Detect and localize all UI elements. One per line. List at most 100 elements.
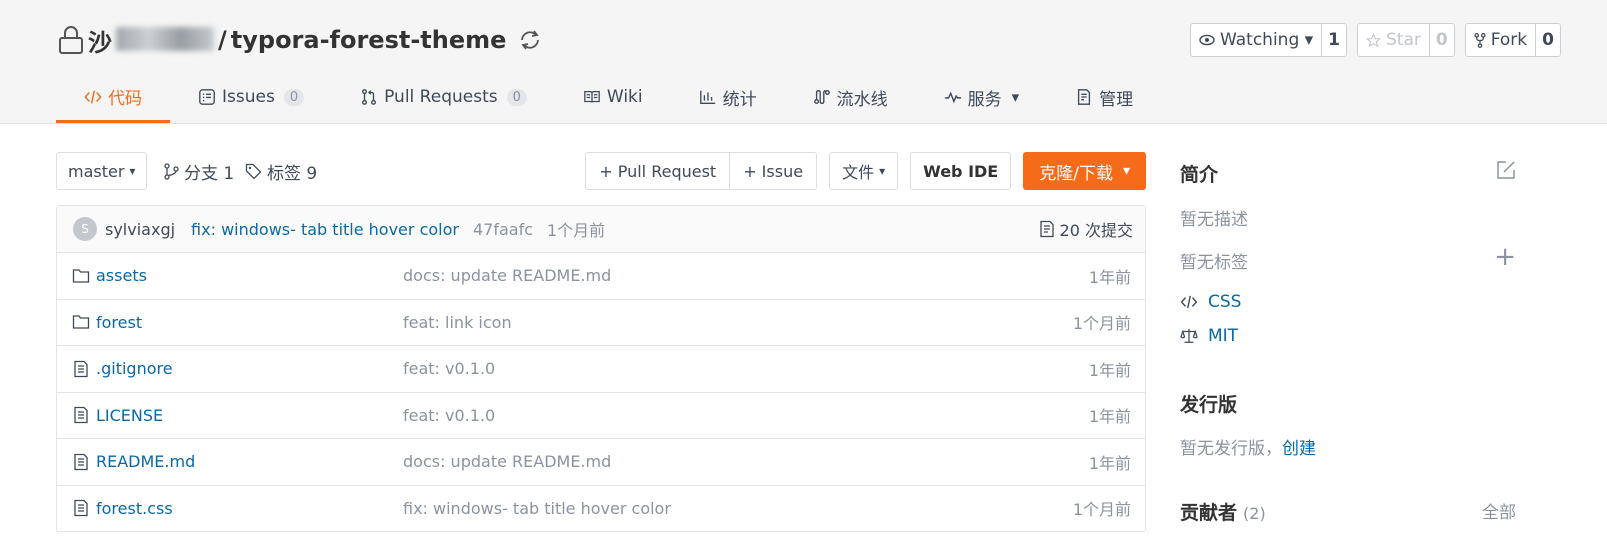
tab-stats-label: 统计 xyxy=(722,89,757,110)
star-icon xyxy=(1366,32,1382,47)
commit-time: 1个月前 xyxy=(547,221,606,240)
settings-doc-icon xyxy=(1078,89,1091,105)
tab-wiki-label: Wiki xyxy=(606,87,643,107)
repo-name-link[interactable]: typora-forest-theme xyxy=(231,26,507,54)
repo-owner-link[interactable]: 沙 xyxy=(88,23,214,58)
watch-button[interactable]: Watching ▾ xyxy=(1191,24,1323,56)
web-ide-button[interactable]: Web IDE xyxy=(910,152,1012,190)
code-icon xyxy=(1180,295,1198,309)
chevron-down-icon: ▾ xyxy=(879,164,886,178)
file-menu-button[interactable]: 文件 ▾ xyxy=(829,152,899,190)
no-releases-text: 暂无发行版， xyxy=(1180,439,1282,459)
file-time: 1年前 xyxy=(1088,267,1131,287)
add-tag-button[interactable]: + xyxy=(1494,242,1516,272)
issues-icon xyxy=(199,89,215,105)
repo-tabs: 代码 Issues 0 Pull Requests 0 Wiki 统计 流水线 … xyxy=(56,73,1161,123)
repo-actions: Watching ▾ 1 Star 0 Fork 0 xyxy=(1190,23,1561,57)
file-commit-message[interactable]: feat: v0.1.0 xyxy=(403,359,495,378)
file-time: 1年前 xyxy=(1088,407,1131,427)
code-toolbar: master ▾ 分支 1 标签 9 + Pull Request + Issu… xyxy=(56,152,1146,190)
contributors-heading: 贡献者 (2) xyxy=(1180,498,1266,525)
commit-message[interactable]: fix: windows- tab title hover color xyxy=(191,220,459,239)
contributors-title: 贡献者 xyxy=(1180,502,1238,524)
watch-button-group[interactable]: Watching ▾ 1 xyxy=(1190,23,1348,57)
create-group: + Pull Request + Issue xyxy=(585,152,818,190)
tab-pull-requests[interactable]: Pull Requests 0 xyxy=(332,73,555,121)
tags-link[interactable]: 标签 9 xyxy=(245,152,317,190)
tab-stats[interactable]: 统计 xyxy=(671,73,785,121)
file-row[interactable]: .gitignore feat: v0.1.0 1年前 xyxy=(57,346,1145,393)
fork-count[interactable]: 0 xyxy=(1536,24,1560,56)
file-name-link[interactable]: LICENSE xyxy=(96,406,403,425)
file-time: 1年前 xyxy=(1088,360,1131,380)
no-tags-text: 暂无标签 xyxy=(1180,253,1248,273)
eye-icon xyxy=(1199,34,1215,46)
fork-button[interactable]: Fork xyxy=(1466,24,1537,56)
language-link[interactable]: CSS xyxy=(1208,292,1241,312)
avatar[interactable]: S xyxy=(73,217,97,241)
branch-select[interactable]: master ▾ xyxy=(56,152,148,190)
fork-button-group[interactable]: Fork 0 xyxy=(1464,23,1561,57)
license-link[interactable]: MIT xyxy=(1208,326,1238,346)
fork-label: Fork xyxy=(1490,30,1528,50)
commit-count-label: 20 次提交 xyxy=(1059,221,1133,240)
star-count[interactable]: 0 xyxy=(1430,24,1454,56)
repo-owner-prefix: 沙 xyxy=(88,28,112,57)
repo-header: 沙 / typora-forest-theme Watching ▾ 1 Sta… xyxy=(0,0,1607,124)
book-icon xyxy=(584,90,600,103)
license-item: MIT xyxy=(1180,326,1238,346)
commit-count-link[interactable]: 20 次提交 xyxy=(1039,217,1133,241)
watch-count[interactable]: 1 xyxy=(1322,24,1346,56)
file-row[interactable]: assets docs: update README.md 1年前 xyxy=(57,253,1145,300)
intro-heading: 简介 xyxy=(1180,164,1219,186)
file-name-link[interactable]: forest.css xyxy=(96,499,403,518)
tags-label: 标签 9 xyxy=(267,163,318,184)
file-commit-message[interactable]: feat: link icon xyxy=(403,313,512,332)
file-row[interactable]: forest feat: link icon 1个月前 xyxy=(57,300,1145,346)
commits-icon xyxy=(1039,220,1054,238)
create-release-link[interactable]: 创建 xyxy=(1282,439,1316,459)
star-button[interactable]: Star xyxy=(1358,24,1430,56)
file-row[interactable]: README.md docs: update README.md 1年前 xyxy=(57,439,1145,486)
file-name-link[interactable]: README.md xyxy=(96,452,403,471)
tab-services-label: 服务 xyxy=(967,89,1002,110)
file-row[interactable]: LICENSE feat: v0.1.0 1年前 xyxy=(57,393,1145,439)
new-pull-request-button[interactable]: + Pull Request xyxy=(586,153,729,189)
latest-commit: S sylviaxgj fix: windows- tab title hove… xyxy=(57,206,1145,253)
tab-manage[interactable]: 管理 xyxy=(1047,73,1161,121)
tab-code[interactable]: 代码 xyxy=(56,73,170,123)
tab-wiki[interactable]: Wiki xyxy=(555,73,671,121)
all-contributors-link[interactable]: 全部 xyxy=(1482,498,1516,523)
file-name-link[interactable]: forest xyxy=(96,313,403,332)
tab-code-label: 代码 xyxy=(108,89,142,109)
new-issue-button[interactable]: + Issue xyxy=(729,153,816,189)
commit-author[interactable]: sylviaxgj xyxy=(105,220,175,239)
tab-issues[interactable]: Issues 0 xyxy=(170,73,332,121)
file-commit-message[interactable]: docs: update README.md xyxy=(403,452,611,471)
folder-icon xyxy=(72,269,90,283)
file-icon xyxy=(74,453,88,470)
file-row[interactable]: forest.css fix: windows- tab title hover… xyxy=(57,486,1145,532)
commit-sha[interactable]: 47faafc xyxy=(473,220,533,239)
folder-icon xyxy=(72,315,90,329)
branch-name: master xyxy=(68,161,125,181)
branches-link[interactable]: 分支 1 xyxy=(164,152,234,190)
file-icon xyxy=(74,360,88,377)
file-icon xyxy=(74,500,88,517)
file-name-link[interactable]: assets xyxy=(96,266,403,285)
file-name-link[interactable]: .gitignore xyxy=(96,359,403,378)
tab-pipeline[interactable]: 流水线 xyxy=(785,73,916,121)
clone-download-button[interactable]: 克隆/下载 ▾ xyxy=(1023,152,1146,190)
file-commit-message[interactable]: fix: windows- tab title hover color xyxy=(403,499,671,518)
star-button-group[interactable]: Star 0 xyxy=(1357,23,1455,57)
file-commit-message[interactable]: feat: v0.1.0 xyxy=(403,406,495,425)
tab-manage-label: 管理 xyxy=(1099,89,1134,110)
sync-icon[interactable] xyxy=(518,28,542,52)
tab-issues-label: Issues xyxy=(222,87,275,107)
file-commit-message[interactable]: docs: update README.md xyxy=(403,266,611,285)
releases-status: 暂无发行版，创建 xyxy=(1180,434,1316,459)
contributors-count: (2) xyxy=(1243,504,1266,523)
tab-services[interactable]: 服务 ▾ xyxy=(916,73,1048,121)
chevron-down-icon: ▾ xyxy=(1122,163,1130,179)
edit-icon[interactable] xyxy=(1496,160,1516,180)
